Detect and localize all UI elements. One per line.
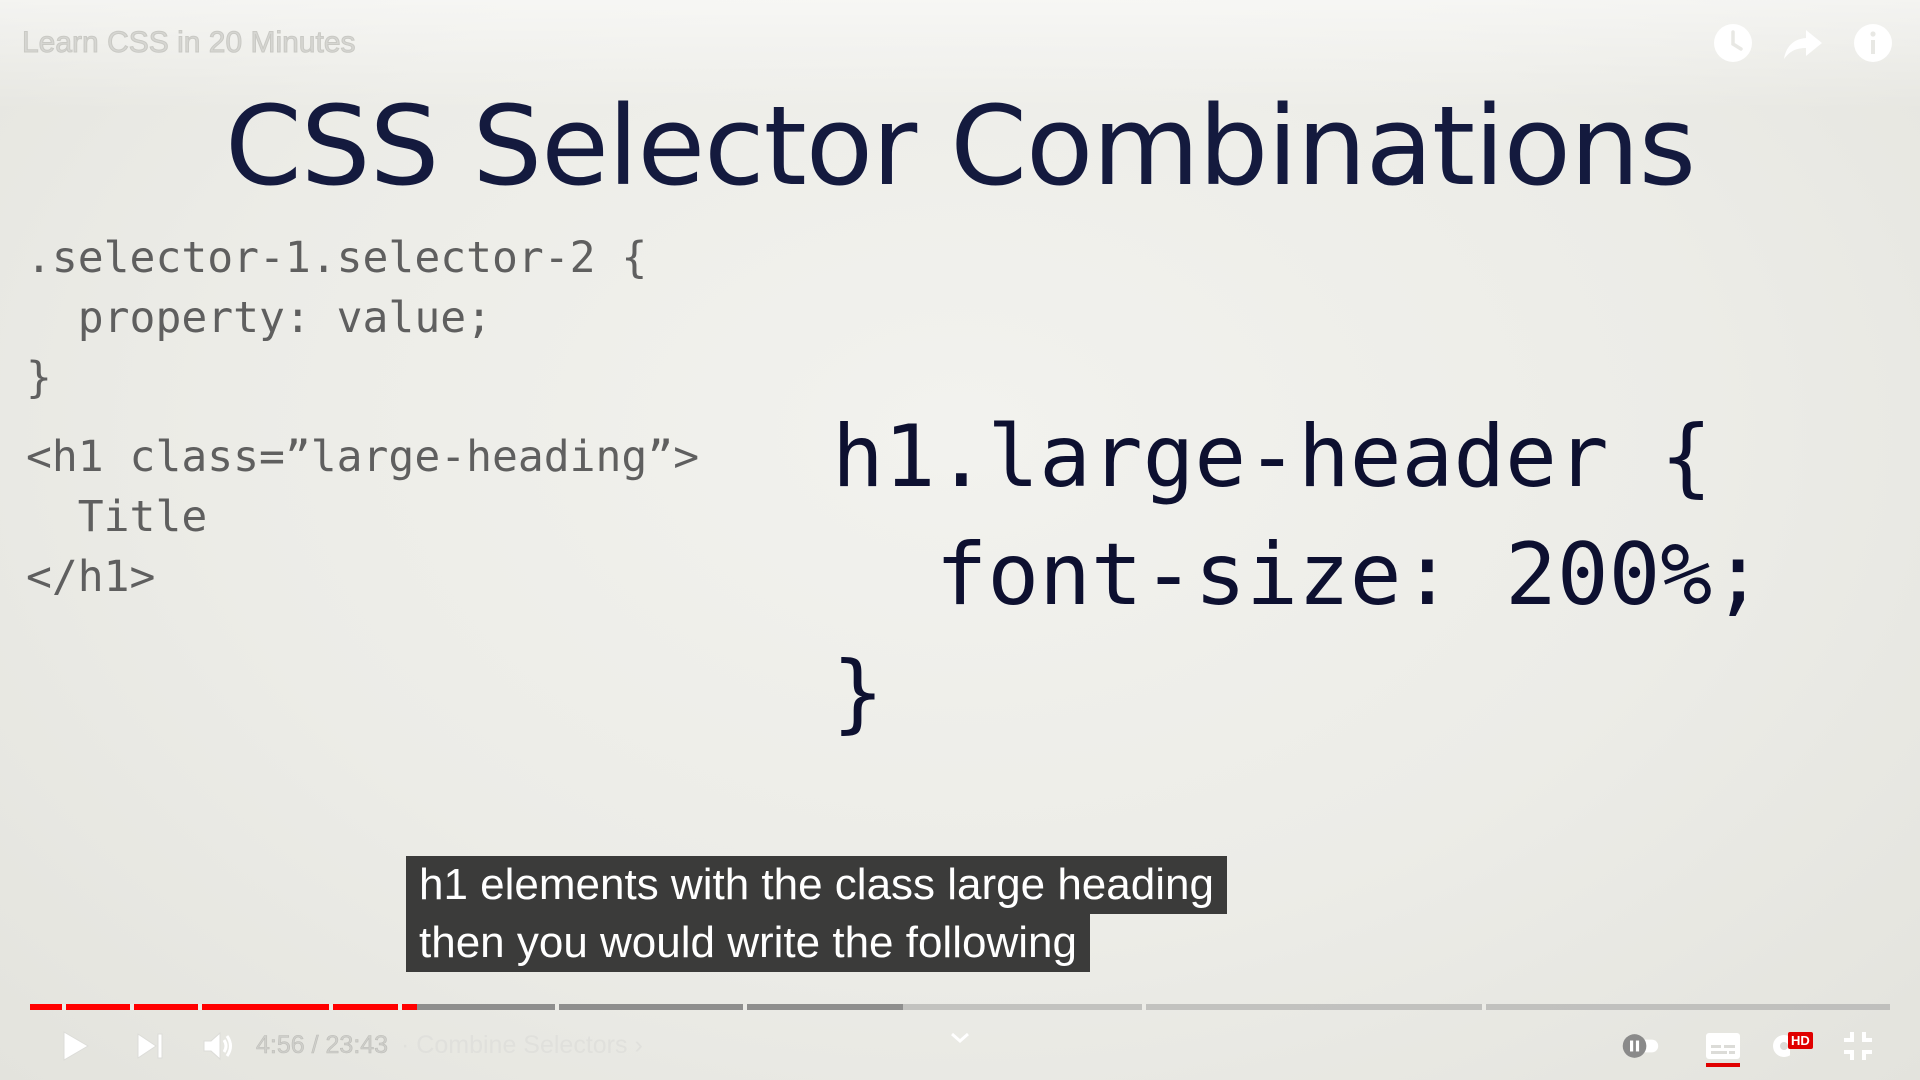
chapter-title[interactable]: · Combine Selectors › (401, 1031, 643, 1059)
subtitles-active-indicator (1706, 1063, 1740, 1067)
volume-icon[interactable] (196, 1024, 240, 1068)
subtitles-icon[interactable] (1702, 1024, 1744, 1068)
progress-played (30, 1004, 417, 1010)
chevron-right-icon: › (634, 1031, 643, 1059)
hd-badge: HD (1788, 1032, 1813, 1049)
top-actions (1712, 22, 1894, 64)
info-icon[interactable] (1852, 22, 1894, 64)
play-icon[interactable] (52, 1024, 96, 1068)
video-title[interactable]: Learn CSS in 20 Minutes (22, 26, 357, 60)
chapter-title-text: · Combine Selectors (401, 1031, 628, 1059)
slide-title: CSS Selector Combinations (224, 82, 1696, 210)
code-css-example: h1.large-header { font-size: 200%; } (832, 407, 1764, 743)
chapter-marker (198, 1004, 202, 1010)
chapter-marker (398, 1004, 402, 1010)
share-icon[interactable] (1782, 22, 1824, 64)
chapter-marker (743, 1004, 747, 1010)
time-current: 4:56 (256, 1031, 305, 1060)
progress-bar[interactable] (30, 1004, 1890, 1010)
next-icon[interactable] (128, 1024, 172, 1068)
code-general-syntax: .selector-1.selector-2 { property: value… (26, 233, 648, 403)
captions: h1 elements with the class large heading… (406, 856, 1227, 972)
settings-icon[interactable] (1770, 1024, 1790, 1068)
code-html-example: <h1 class=”large-heading”> Title </h1> (26, 432, 700, 602)
time-total: 23:43 (325, 1031, 389, 1060)
time-display: 4:56 / 23:43 · Combine Selectors › (256, 1031, 643, 1060)
chapter-marker (1142, 1004, 1146, 1010)
chapter-marker (62, 1004, 66, 1010)
chevron-up-icon[interactable] (948, 1030, 972, 1050)
chapter-marker (1482, 1004, 1486, 1010)
time-separator: / (304, 1031, 326, 1060)
exit-fullscreen-icon[interactable] (1838, 1024, 1878, 1068)
chapter-marker (555, 1004, 559, 1010)
caption-line-2: then you would write the following (406, 914, 1090, 972)
autoplay-toggle-icon[interactable] (1620, 1024, 1660, 1068)
watch-later-icon[interactable] (1712, 22, 1754, 64)
chapter-marker (130, 1004, 134, 1010)
chapter-marker (329, 1004, 333, 1010)
caption-line-1: h1 elements with the class large heading (406, 856, 1227, 914)
